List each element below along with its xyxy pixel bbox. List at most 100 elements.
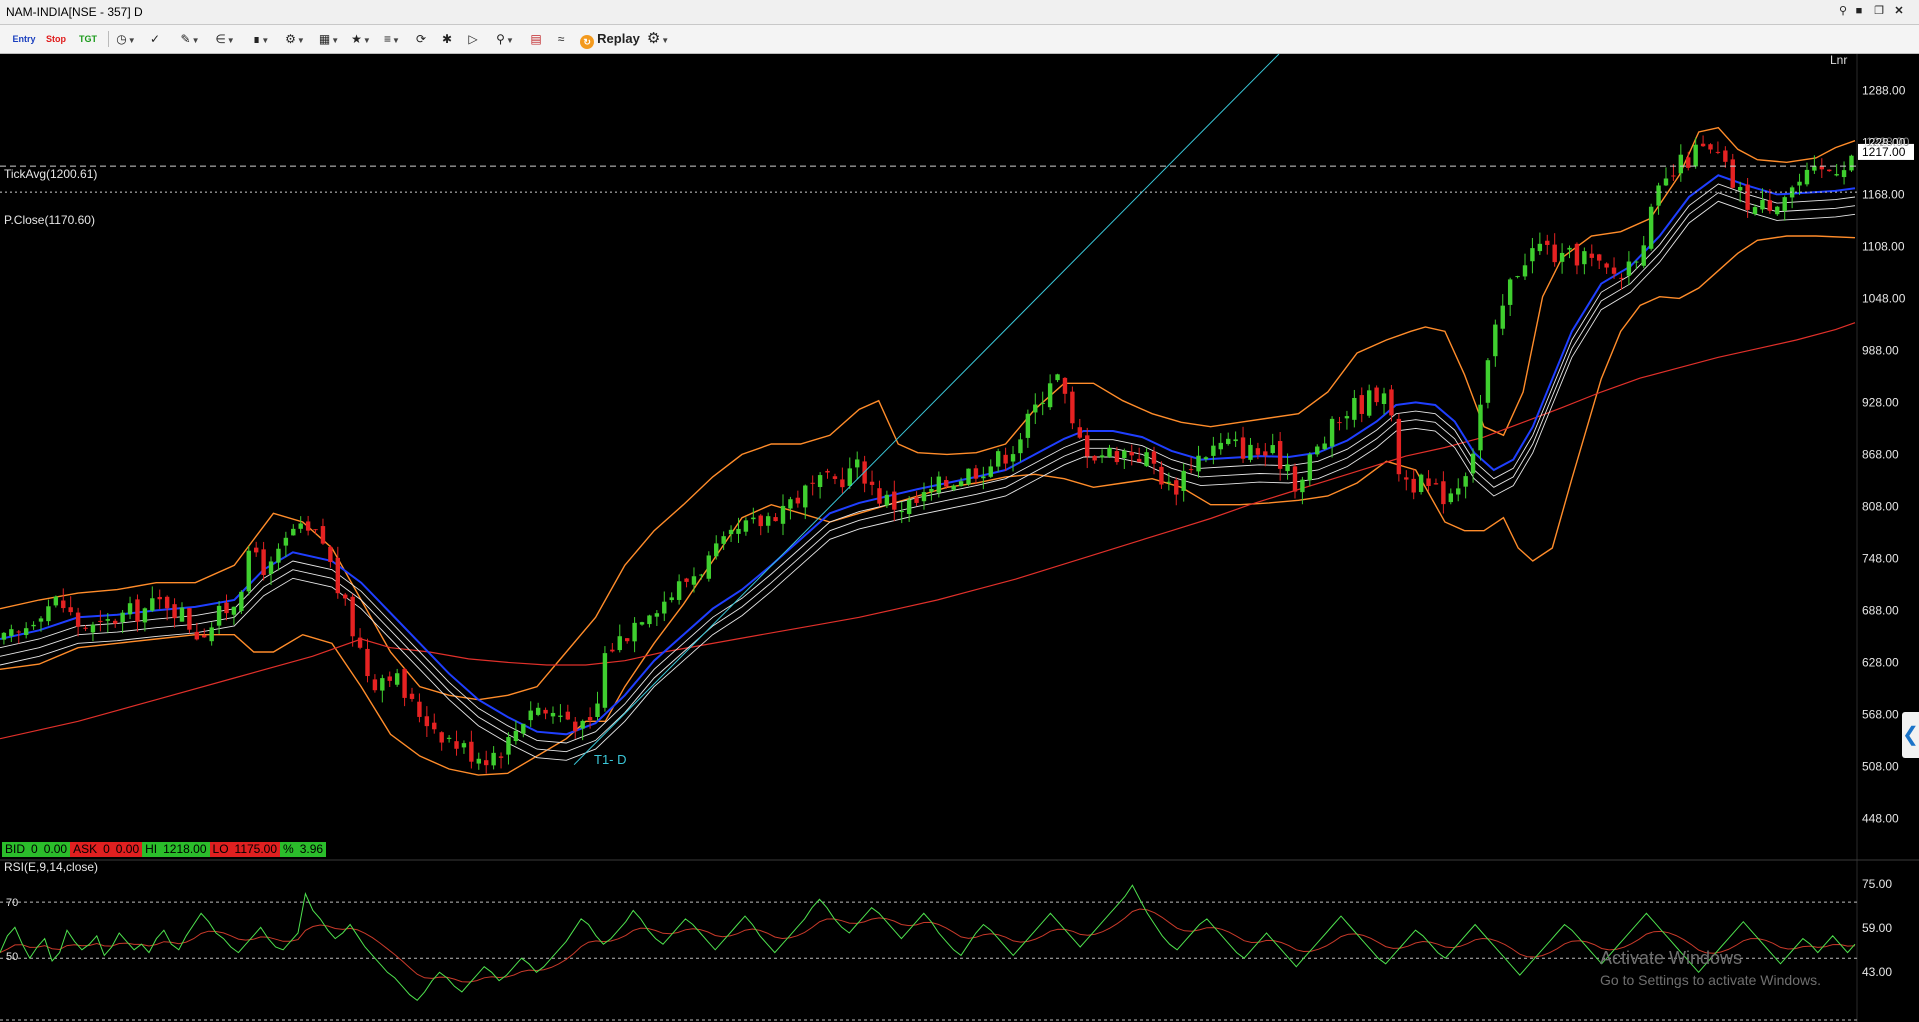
candle-body bbox=[1426, 478, 1431, 487]
y-tick-label: 688.00 bbox=[1862, 603, 1899, 617]
candle-body bbox=[1307, 454, 1313, 481]
y-tick-label: 1228.00 bbox=[1862, 135, 1906, 149]
candle-body bbox=[1010, 454, 1016, 462]
candle-body bbox=[1226, 438, 1231, 445]
candle-body bbox=[305, 521, 311, 531]
candle-body bbox=[1589, 253, 1594, 258]
candle-body bbox=[150, 598, 155, 611]
candle-body bbox=[98, 620, 103, 622]
indicator-icon[interactable]: ≈ bbox=[550, 29, 572, 49]
rsi-tick-43: 43.00 bbox=[1862, 965, 1892, 979]
fib-icon[interactable]: ≡▼ bbox=[378, 29, 406, 49]
tgt-button[interactable]: TGT bbox=[72, 29, 104, 49]
candle-body bbox=[1277, 441, 1283, 469]
candle-body bbox=[899, 511, 904, 513]
trash-icon[interactable]: ▤ bbox=[526, 29, 546, 49]
candle-body bbox=[1114, 451, 1120, 463]
candle-body bbox=[773, 517, 778, 522]
tools-icon[interactable]: ⚙▼ bbox=[280, 29, 310, 49]
candle-body bbox=[847, 468, 852, 486]
candle-body bbox=[1841, 170, 1847, 178]
candle-body bbox=[795, 497, 801, 504]
cycle-icon[interactable]: ⟳ bbox=[410, 29, 432, 49]
pointer-icon[interactable]: ✓ bbox=[144, 29, 166, 49]
bid-price: 0.00 bbox=[40, 842, 71, 857]
candle-body bbox=[929, 488, 934, 492]
candle-body bbox=[9, 629, 14, 636]
candle-body bbox=[291, 528, 296, 536]
candle-body bbox=[1715, 151, 1721, 153]
trendline-label: T1- D bbox=[594, 752, 627, 767]
ask-price: 0.00 bbox=[112, 842, 143, 857]
zoom-icon[interactable]: ⚲▼ bbox=[490, 29, 520, 49]
candle-body bbox=[261, 549, 266, 576]
candle-body bbox=[810, 482, 815, 484]
candle-body bbox=[1574, 243, 1580, 266]
candle-body bbox=[135, 599, 140, 622]
candle-body bbox=[1233, 439, 1238, 442]
candle-body bbox=[61, 600, 66, 609]
entry-button[interactable]: Entry bbox=[8, 29, 40, 49]
candle-body bbox=[558, 715, 563, 717]
candle-body bbox=[432, 722, 437, 730]
candle-body bbox=[1255, 448, 1261, 455]
candle-body bbox=[38, 618, 44, 622]
replay-icon: ↻ bbox=[580, 35, 595, 49]
candle-body bbox=[1619, 277, 1624, 279]
rsi-tick-75: 75.00 bbox=[1862, 877, 1892, 891]
layers-icon[interactable]: ▦▼ bbox=[314, 29, 344, 49]
shapes-icon[interactable]: ∎▼ bbox=[246, 29, 276, 49]
stop-button[interactable]: Stop bbox=[40, 29, 72, 49]
candle-body bbox=[1300, 479, 1305, 493]
candle-body bbox=[1, 632, 7, 640]
chart-canvas[interactable]: 1217.001228.00 1288.001228.001168.001108… bbox=[0, 54, 1919, 1022]
candle-body bbox=[298, 523, 303, 529]
candle-body bbox=[513, 730, 519, 742]
bid-label: BID bbox=[2, 842, 29, 857]
y-tick-label: 928.00 bbox=[1862, 395, 1899, 409]
candle-body bbox=[46, 606, 51, 622]
candle-body bbox=[639, 622, 645, 625]
replay-button[interactable]: ↻ Replay bbox=[578, 29, 642, 49]
replay-label: Replay bbox=[597, 31, 640, 46]
candle-body bbox=[676, 581, 682, 600]
candle-body bbox=[1248, 444, 1253, 460]
candle-body bbox=[454, 741, 459, 749]
candle-body bbox=[1181, 470, 1186, 491]
candle-body bbox=[580, 720, 585, 729]
rsi-level-50: 50 bbox=[6, 951, 18, 963]
search-icon[interactable]: ⚲ bbox=[1836, 3, 1850, 19]
side-panel-toggle[interactable]: ❮ bbox=[1902, 712, 1919, 758]
timer-icon[interactable]: ◷▼ bbox=[112, 29, 140, 49]
y-tick-label: 748.00 bbox=[1862, 551, 1899, 565]
gear-icon[interactable]: ⚙▼ bbox=[644, 29, 672, 49]
draw-icon[interactable]: ✎▼ bbox=[176, 29, 204, 49]
candle-body bbox=[1188, 469, 1194, 471]
candle-body bbox=[1129, 452, 1134, 456]
close-icon[interactable]: ✕ bbox=[1892, 3, 1906, 19]
candle-body bbox=[276, 548, 281, 563]
candle-body bbox=[31, 624, 36, 627]
candle-body bbox=[610, 649, 615, 652]
candle-body bbox=[1797, 181, 1802, 186]
star-icon[interactable]: ★▼ bbox=[348, 29, 374, 49]
y-tick-label: 988.00 bbox=[1862, 343, 1899, 357]
candle-body bbox=[966, 468, 971, 485]
candle-body bbox=[1211, 445, 1216, 456]
restore-icon[interactable]: ❐ bbox=[1872, 3, 1886, 19]
pencil-icon[interactable]: ∈▼ bbox=[210, 29, 240, 49]
candle-body bbox=[1470, 453, 1476, 474]
rsi-tick-59: 59.00 bbox=[1862, 921, 1892, 935]
candle-body bbox=[1285, 464, 1290, 472]
user-icon[interactable]: ■ bbox=[1852, 3, 1866, 19]
candle-body bbox=[1136, 458, 1142, 462]
alert-icon[interactable]: ✱ bbox=[436, 29, 458, 49]
candle-body bbox=[498, 756, 504, 758]
candle-body bbox=[179, 607, 185, 622]
candle-body bbox=[231, 606, 237, 615]
candle-body bbox=[1700, 143, 1706, 147]
candle-body bbox=[1515, 276, 1520, 278]
candle-body bbox=[1018, 439, 1023, 454]
bell-icon[interactable]: ▷ bbox=[462, 29, 484, 49]
candle-body bbox=[1077, 427, 1083, 438]
